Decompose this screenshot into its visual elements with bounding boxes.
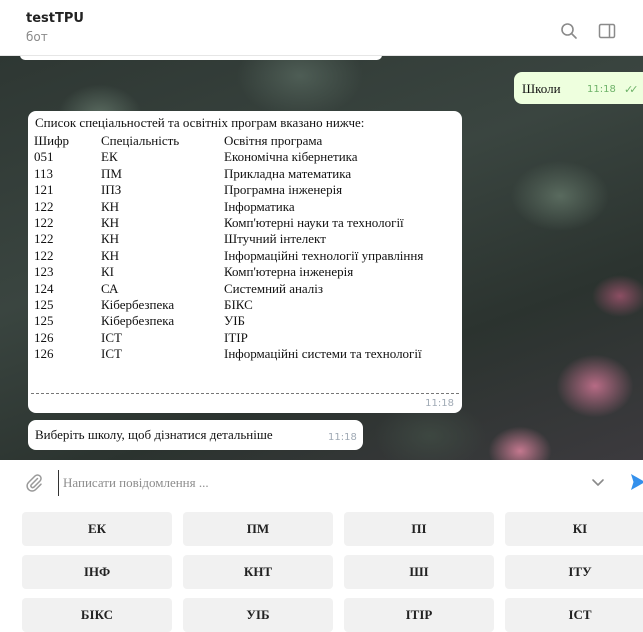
keyboard-button[interactable]: ПІ — [344, 512, 494, 546]
double-check-icon: ✓✓ — [624, 83, 639, 96]
program-name: Прикладна математика — [224, 165, 352, 181]
send-icon[interactable] — [630, 473, 643, 491]
dashed-separator — [31, 393, 459, 394]
program-name: Інформаційні технології управління — [224, 247, 424, 263]
keyboard-button[interactable]: ІТІР — [344, 598, 494, 632]
programs-intro: Список спеціальностей та освітніх програ… — [35, 115, 365, 130]
program-code: 113 — [34, 165, 54, 181]
sidebar-toggle-icon[interactable] — [598, 22, 616, 40]
program-code: 126 — [34, 329, 54, 345]
previous-message-edge — [20, 56, 382, 60]
program-row: 126 ІСТ Інформаційні системи та технології — [28, 346, 462, 362]
outgoing-message-text: Школи — [522, 81, 561, 96]
program-specialty: КН — [101, 214, 120, 230]
program-code: 126 — [34, 346, 54, 362]
keyboard-button[interactable]: ІТУ — [505, 555, 643, 589]
program-row: 124 СА Системний аналіз — [28, 281, 462, 297]
chat-title[interactable]: testTPU — [26, 11, 84, 26]
programs-table: Шифр Спеціальність Освітня програма 051 Е… — [28, 133, 462, 362]
outgoing-message-time: 11:18 — [587, 84, 616, 95]
program-code: 121 — [34, 182, 54, 198]
header-specialty: Спеціальність — [101, 133, 180, 148]
program-row: 122 КН Інформатика — [28, 199, 462, 215]
prompt-message-text: Виберіть школу, щоб дізнатися детальніше — [35, 427, 273, 442]
program-row: 121 ІПЗ Програмна інженерія — [28, 182, 462, 198]
search-icon[interactable] — [560, 22, 578, 40]
message-input[interactable] — [58, 470, 515, 496]
keyboard-button[interactable]: БІКС — [22, 598, 172, 632]
program-specialty: Кібербезпека — [101, 313, 175, 329]
keyboard-button[interactable]: ЕК — [22, 512, 172, 546]
program-row: 125 Кібербезпека УІБ — [28, 313, 462, 329]
programs-message[interactable]: Список спеціальностей та освітніх програ… — [28, 111, 462, 413]
program-row: 126 ІСТ ІТІР — [28, 330, 462, 346]
program-row: 125 Кібербезпека БІКС — [28, 297, 462, 313]
program-specialty: КН — [101, 231, 120, 247]
program-specialty: ІСТ — [101, 346, 122, 362]
keyboard-button[interactable]: ІНФ — [22, 555, 172, 589]
header-program: Освітня програма — [224, 133, 323, 148]
program-name: Економічна кібернетика — [224, 149, 358, 165]
program-name: ІТІР — [224, 329, 248, 345]
program-name: Інформатика — [224, 198, 295, 214]
programs-table-header: Шифр Спеціальність Освітня програма — [28, 133, 462, 149]
program-name: Штучний інтелект — [224, 231, 326, 247]
program-specialty: КН — [101, 247, 120, 263]
program-specialty: Кібербезпека — [101, 296, 175, 312]
program-code: 122 — [34, 198, 54, 214]
keyboard-button[interactable]: ШІ — [344, 555, 494, 589]
program-code: 122 — [34, 231, 54, 247]
program-name: Програмна інженерія — [224, 182, 343, 198]
program-name: Інформаційні системи та технології — [224, 346, 422, 362]
program-specialty: ІСТ — [101, 329, 122, 345]
program-code: 122 — [34, 247, 54, 263]
programs-message-time: 11:18 — [425, 398, 454, 409]
chevron-down-icon[interactable] — [590, 474, 606, 490]
prompt-message-time: 11:18 — [328, 432, 357, 443]
program-specialty: СА — [101, 280, 119, 296]
header-code: Шифр — [34, 133, 69, 148]
program-name: УІБ — [224, 313, 245, 329]
keyboard-button[interactable]: ІСТ — [505, 598, 643, 632]
prompt-message[interactable]: Виберіть школу, щоб дізнатися детальніше… — [28, 420, 363, 450]
chat-area[interactable]: Школи 11:18 ✓✓ Список спеціальностей та … — [0, 56, 643, 460]
paperclip-icon[interactable] — [24, 472, 44, 492]
program-row: 122 КН Інформаційні технології управління — [28, 248, 462, 264]
chat-subtitle: бот — [26, 30, 48, 44]
program-name: Системний аналіз — [224, 280, 324, 296]
program-code: 122 — [34, 214, 54, 230]
program-code: 051 — [34, 149, 54, 165]
program-code: 124 — [34, 280, 54, 296]
outgoing-message[interactable]: Школи 11:18 ✓✓ — [514, 72, 643, 104]
program-name: Комп'ютерна інженерія — [224, 264, 354, 280]
program-specialty: ПМ — [101, 165, 122, 181]
program-row: 113 ПМ Прикладна математика — [28, 166, 462, 182]
program-row: 051 ЕК Економічна кібернетика — [28, 149, 462, 165]
program-row: 123 КІ Комп'ютерна інженерія — [28, 264, 462, 280]
program-row: 122 КН Штучний інтелект — [28, 231, 462, 247]
program-row: 122 КН Комп'ютерні науки та технології — [28, 215, 462, 231]
program-specialty: КІ — [101, 264, 114, 280]
message-composer — [0, 460, 643, 504]
program-code: 125 — [34, 313, 54, 329]
program-code: 123 — [34, 264, 54, 280]
keyboard-button[interactable]: УІБ — [183, 598, 333, 632]
program-name: БІКС — [224, 296, 253, 312]
chat-header: testTPU бот — [0, 0, 643, 56]
keyboard-button[interactable]: КІ — [505, 512, 643, 546]
program-name: Комп'ютерні науки та технології — [224, 214, 404, 230]
program-specialty: КН — [101, 198, 120, 214]
program-specialty: ІПЗ — [101, 182, 122, 198]
program-code: 125 — [34, 296, 54, 312]
program-specialty: ЕК — [101, 149, 118, 165]
keyboard-button[interactable]: КНТ — [183, 555, 333, 589]
reply-keyboard: ЕК ПМ ПІ КІ ІНФ КНТ ШІ ІТУ БІКС УІБ ІТІР ІСТ — [0, 504, 643, 632]
keyboard-button[interactable]: ПМ — [183, 512, 333, 546]
